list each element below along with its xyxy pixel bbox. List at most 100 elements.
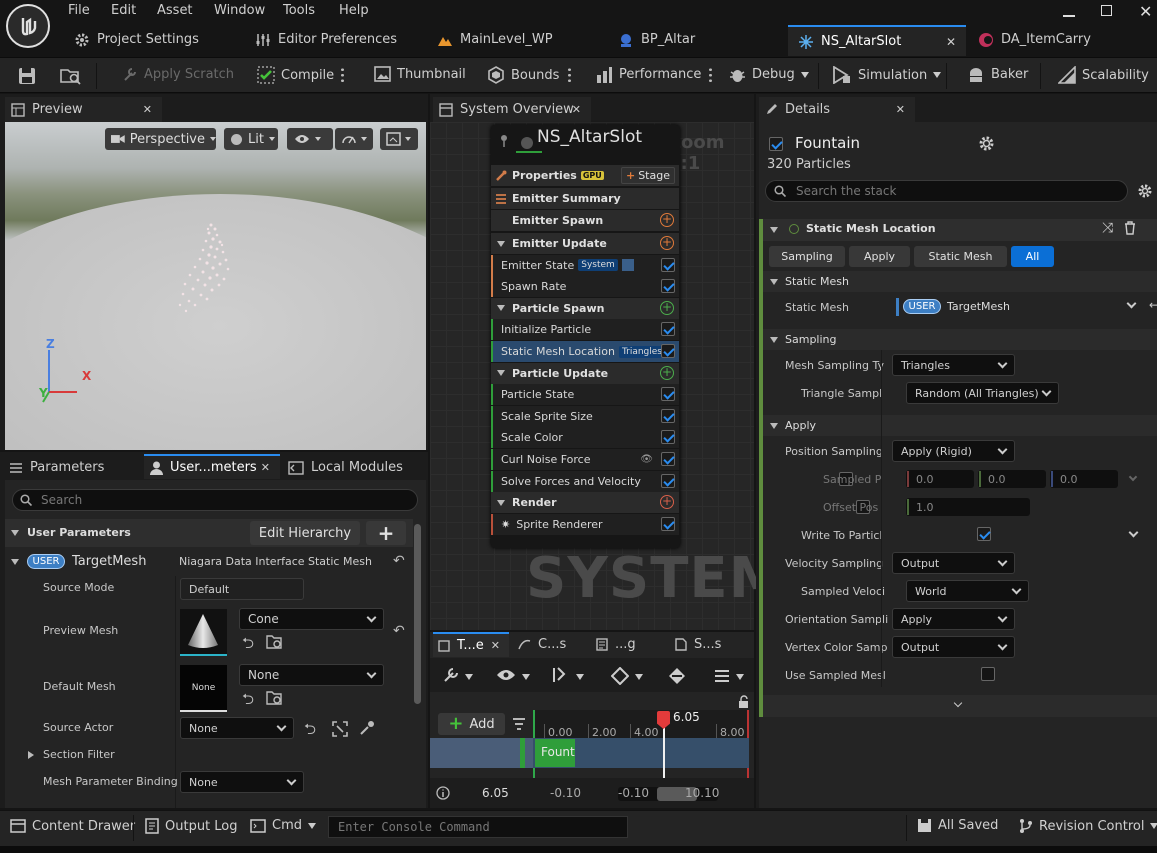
viewport-options-button[interactable] [380, 128, 418, 150]
select-actor-icon[interactable] [332, 721, 348, 737]
use-sampled-mesh-checkbox[interactable] [981, 667, 996, 681]
chevron-right-icon[interactable] [28, 751, 34, 759]
chevron-down-icon[interactable] [770, 337, 778, 343]
tab-details[interactable]: Details ✕ [759, 97, 915, 122]
revision-control-button[interactable]: Revision Control [1019, 818, 1157, 834]
use-selected-icon[interactable]: ⮌ [242, 689, 254, 714]
add-module-icon[interactable]: + [660, 213, 674, 227]
tab-da-item-carry[interactable]: DA_ItemCarry [978, 26, 1091, 53]
chevron-down-icon[interactable] [497, 499, 505, 506]
tab-system-overview[interactable]: System Overview ✕ [433, 97, 591, 122]
preview-mesh-thumbnail[interactable] [180, 609, 227, 656]
sampled-position-y[interactable]: 0.0 [978, 470, 1046, 488]
hamburger-menu-icon[interactable] [714, 669, 730, 683]
visibility-eye-icon[interactable]: 👁 [640, 454, 653, 465]
close-tab-icon[interactable]: ✕ [143, 103, 152, 116]
sampled-velocity-dropdown[interactable]: World [906, 580, 1029, 602]
tab-bp-altar[interactable]: BP_Altar [618, 26, 695, 53]
realtime-button[interactable] [335, 128, 373, 150]
eyedropper-icon[interactable] [359, 720, 375, 736]
stack-module-row[interactable]: Scale Sprite Size [491, 405, 679, 427]
compile-button[interactable]: Compile [257, 66, 334, 84]
minimize-icon[interactable] [1063, 15, 1075, 17]
tab-project-settings[interactable]: Project Settings [74, 26, 199, 53]
tab-user-parameters[interactable]: User...meters ✕ [144, 454, 280, 479]
performance-options-icon[interactable] [709, 67, 712, 83]
scalability-button[interactable]: Scalability [1058, 66, 1149, 84]
fountain-track-segment[interactable]: Fount [535, 739, 575, 767]
orientation-sampling-dropdown[interactable]: Apply [892, 608, 1015, 630]
stack-module-row[interactable]: Initialize Particle [491, 319, 679, 341]
vertex-color-dropdown[interactable]: Output [892, 636, 1015, 658]
unreal-logo[interactable] [6, 4, 50, 48]
offset-position-field[interactable]: 1.0 [906, 498, 1030, 516]
stack-group-header[interactable]: Emitter Spawn + [491, 210, 679, 231]
sampled-position-z[interactable]: 0.0 [1050, 470, 1118, 488]
filter-static-mesh-button[interactable]: Static Mesh [914, 246, 1007, 267]
stack-module-row[interactable]: Scale Color [491, 427, 679, 449]
section-apply[interactable] [763, 415, 1157, 436]
chevron-down-icon[interactable] [497, 305, 505, 312]
menu-edit[interactable]: Edit [111, 3, 136, 18]
default-mesh-dropdown[interactable]: None [239, 664, 384, 686]
add-module-icon[interactable]: + [660, 300, 674, 315]
add-parameter-button[interactable]: + [366, 521, 406, 545]
module-enabled-checkbox[interactable] [661, 322, 675, 337]
bounds-button[interactable]: Bounds [487, 66, 559, 84]
close-window-icon[interactable]: ✕ [1139, 2, 1152, 21]
parameters-search-input[interactable]: Search [12, 489, 418, 511]
shuffle-icon[interactable]: ⤨ [1102, 220, 1113, 236]
module-enabled-checkbox[interactable] [661, 408, 675, 423]
perspective-button[interactable]: Perspective [105, 128, 216, 150]
add-track-button[interactable]: + Add [438, 713, 505, 735]
pin-icon[interactable] [499, 134, 509, 148]
tab-preview[interactable]: Preview ✕ [5, 97, 162, 122]
stack-module-row[interactable]: Curl Noise Force 👁 [491, 449, 679, 470]
info-icon[interactable] [436, 786, 450, 800]
module-enabled-checkbox[interactable] [661, 257, 675, 272]
module-enabled-checkbox[interactable] [661, 452, 675, 466]
show-flags-button[interactable] [287, 128, 333, 150]
preview-mesh-dropdown[interactable]: Cone [239, 608, 384, 630]
position-sampling-dropdown[interactable]: Apply (Rigid) [892, 440, 1015, 462]
console-input[interactable]: Enter Console Command [328, 816, 628, 838]
chevron-down-icon[interactable] [736, 674, 744, 680]
tab-curves[interactable]: C...s [518, 632, 566, 657]
close-tab-icon[interactable]: ✕ [896, 103, 905, 116]
tab-timeline[interactable]: T...e ✕ [433, 632, 509, 657]
delete-icon[interactable] [1124, 221, 1136, 235]
section-filter-label[interactable]: Section Filter [43, 748, 115, 761]
close-tab-icon[interactable]: ✕ [261, 461, 270, 474]
stack-group-header[interactable]: Emitter Update + [491, 233, 679, 254]
output-log-button[interactable]: Output Log [145, 818, 238, 834]
mesh-param-binding-dropdown[interactable]: None [180, 771, 304, 793]
stack-module-row[interactable]: Static Mesh Location Triangles [491, 341, 679, 362]
static-mesh-binding[interactable] [896, 298, 899, 316]
chevron-down-icon[interactable] [522, 674, 530, 680]
add-stage-button[interactable]: + Stage [620, 167, 675, 184]
reset-icon[interactable]: ↶ [393, 553, 405, 569]
tab-ns-altar-slot[interactable]: NS_AltarSlot ✕ [788, 25, 966, 56]
stack-module-row[interactable]: Solve Forces and Velocity [491, 470, 679, 492]
filter-sampling-button[interactable]: Sampling [769, 246, 845, 267]
snap-icon[interactable] [550, 666, 570, 684]
stack-module-row[interactable]: Spawn Rate [491, 276, 679, 298]
stack-module-row[interactable]: ✷ Sprite Renderer [491, 513, 679, 535]
use-selected-icon[interactable]: ⮌ [242, 633, 254, 658]
use-selected-icon[interactable]: ⮌ [304, 719, 316, 744]
menu-window[interactable]: Window [214, 3, 265, 18]
viewport[interactable]: Z X Y [5, 122, 426, 450]
write-to-particle-checkbox[interactable] [977, 527, 992, 541]
range-start-field[interactable]: -0.10 [550, 786, 581, 800]
stack-group-header[interactable]: Particle Update + [491, 362, 679, 384]
graph-icon[interactable] [621, 259, 634, 272]
properties-row[interactable]: Properties GPU + Stage [491, 165, 679, 186]
settings-gear-icon[interactable] [1137, 183, 1153, 199]
stack-search-input[interactable]: Search the stack [765, 180, 1128, 202]
browse-icon[interactable] [266, 690, 284, 706]
maximize-icon[interactable] [1101, 5, 1112, 16]
link-arrow-icon[interactable]: ← [1149, 298, 1157, 312]
module-enabled-checkbox[interactable] [661, 473, 675, 488]
velocity-sampling-dropdown[interactable]: Output [892, 552, 1015, 574]
emitter-summary-row[interactable]: Emitter Summary [491, 188, 679, 209]
